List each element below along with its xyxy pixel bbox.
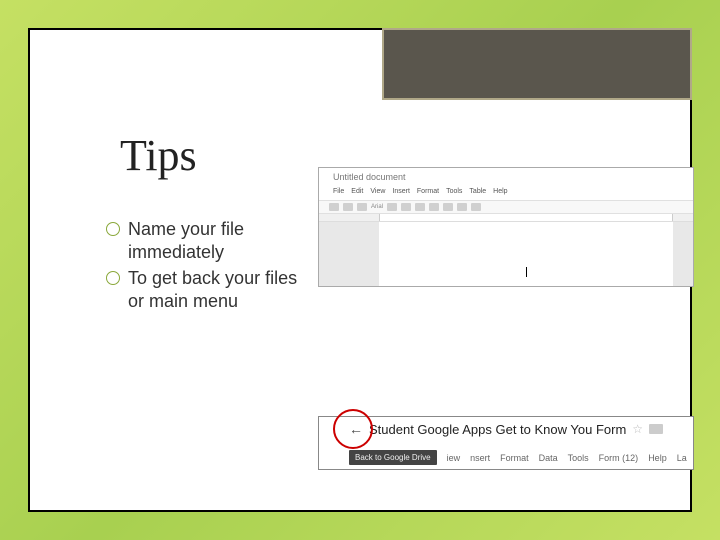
redo-icon — [343, 203, 353, 211]
slide-frame: Tips Name your file immediately To get b… — [28, 28, 692, 512]
print-icon — [357, 203, 367, 211]
drive-doc-title: Student Google Apps Get to Know You Form — [369, 422, 626, 437]
back-to-drive-badge: Back to Google Drive — [349, 450, 437, 465]
docs-page — [379, 222, 673, 286]
red-circle-annotation — [333, 409, 373, 449]
docs-menu-item: Edit — [351, 188, 363, 195]
accent-box — [382, 28, 692, 100]
slide-title: Tips — [120, 130, 197, 181]
list-icon — [457, 203, 467, 211]
indent-icon — [471, 203, 481, 211]
text-color-icon — [429, 203, 439, 211]
drive-menu-item: iew — [447, 453, 461, 463]
star-icon: ☆ — [632, 422, 643, 436]
docs-menu-bar: File Edit View Insert Format Tools Table… — [333, 188, 508, 195]
bullet-text: Name your file immediately — [128, 218, 306, 263]
docs-menu-item: Insert — [392, 188, 410, 195]
undo-icon — [329, 203, 339, 211]
docs-menu-item: File — [333, 188, 344, 195]
docs-menu-item: View — [370, 188, 385, 195]
docs-ruler-inner — [379, 214, 673, 221]
folder-icon — [649, 424, 663, 434]
docs-menu-item: Format — [417, 188, 439, 195]
underline-icon — [415, 203, 425, 211]
drive-screenshot: ← Student Google Apps Get to Know You Fo… — [318, 416, 694, 470]
docs-screenshot: Untitled document File Edit View Insert … — [318, 167, 694, 287]
drive-menu-item: La — [677, 453, 687, 463]
docs-menu-item: Help — [493, 188, 507, 195]
bullet-text: To get back your files or main menu — [128, 267, 306, 312]
docs-menu-item: Tools — [446, 188, 462, 195]
docs-menu-item: Table — [469, 188, 486, 195]
italic-icon — [401, 203, 411, 211]
align-icon — [443, 203, 453, 211]
list-item: Name your file immediately — [106, 218, 306, 263]
drive-menu-item: Format — [500, 453, 529, 463]
bold-icon — [387, 203, 397, 211]
bullet-list: Name your file immediately To get back y… — [106, 218, 306, 316]
bullet-icon — [106, 271, 120, 285]
docs-title: Untitled document — [333, 172, 406, 182]
drive-menu-item: Help — [648, 453, 667, 463]
toolbar-font-label: Arial — [371, 204, 383, 210]
bullet-icon — [106, 222, 120, 236]
drive-menu-item: Data — [539, 453, 558, 463]
drive-menu-item: Tools — [568, 453, 589, 463]
drive-menu-item: Form (12) — [599, 453, 639, 463]
drive-title-row: ← Student Google Apps Get to Know You Fo… — [349, 421, 663, 437]
docs-page-area — [319, 222, 693, 286]
docs-ruler — [319, 214, 693, 222]
text-cursor — [526, 267, 527, 277]
docs-toolbar: Arial — [319, 200, 693, 214]
drive-menu-row: Back to Google Drive iew nsert Format Da… — [349, 450, 687, 465]
drive-menu-item: nsert — [470, 453, 490, 463]
list-item: To get back your files or main menu — [106, 267, 306, 312]
